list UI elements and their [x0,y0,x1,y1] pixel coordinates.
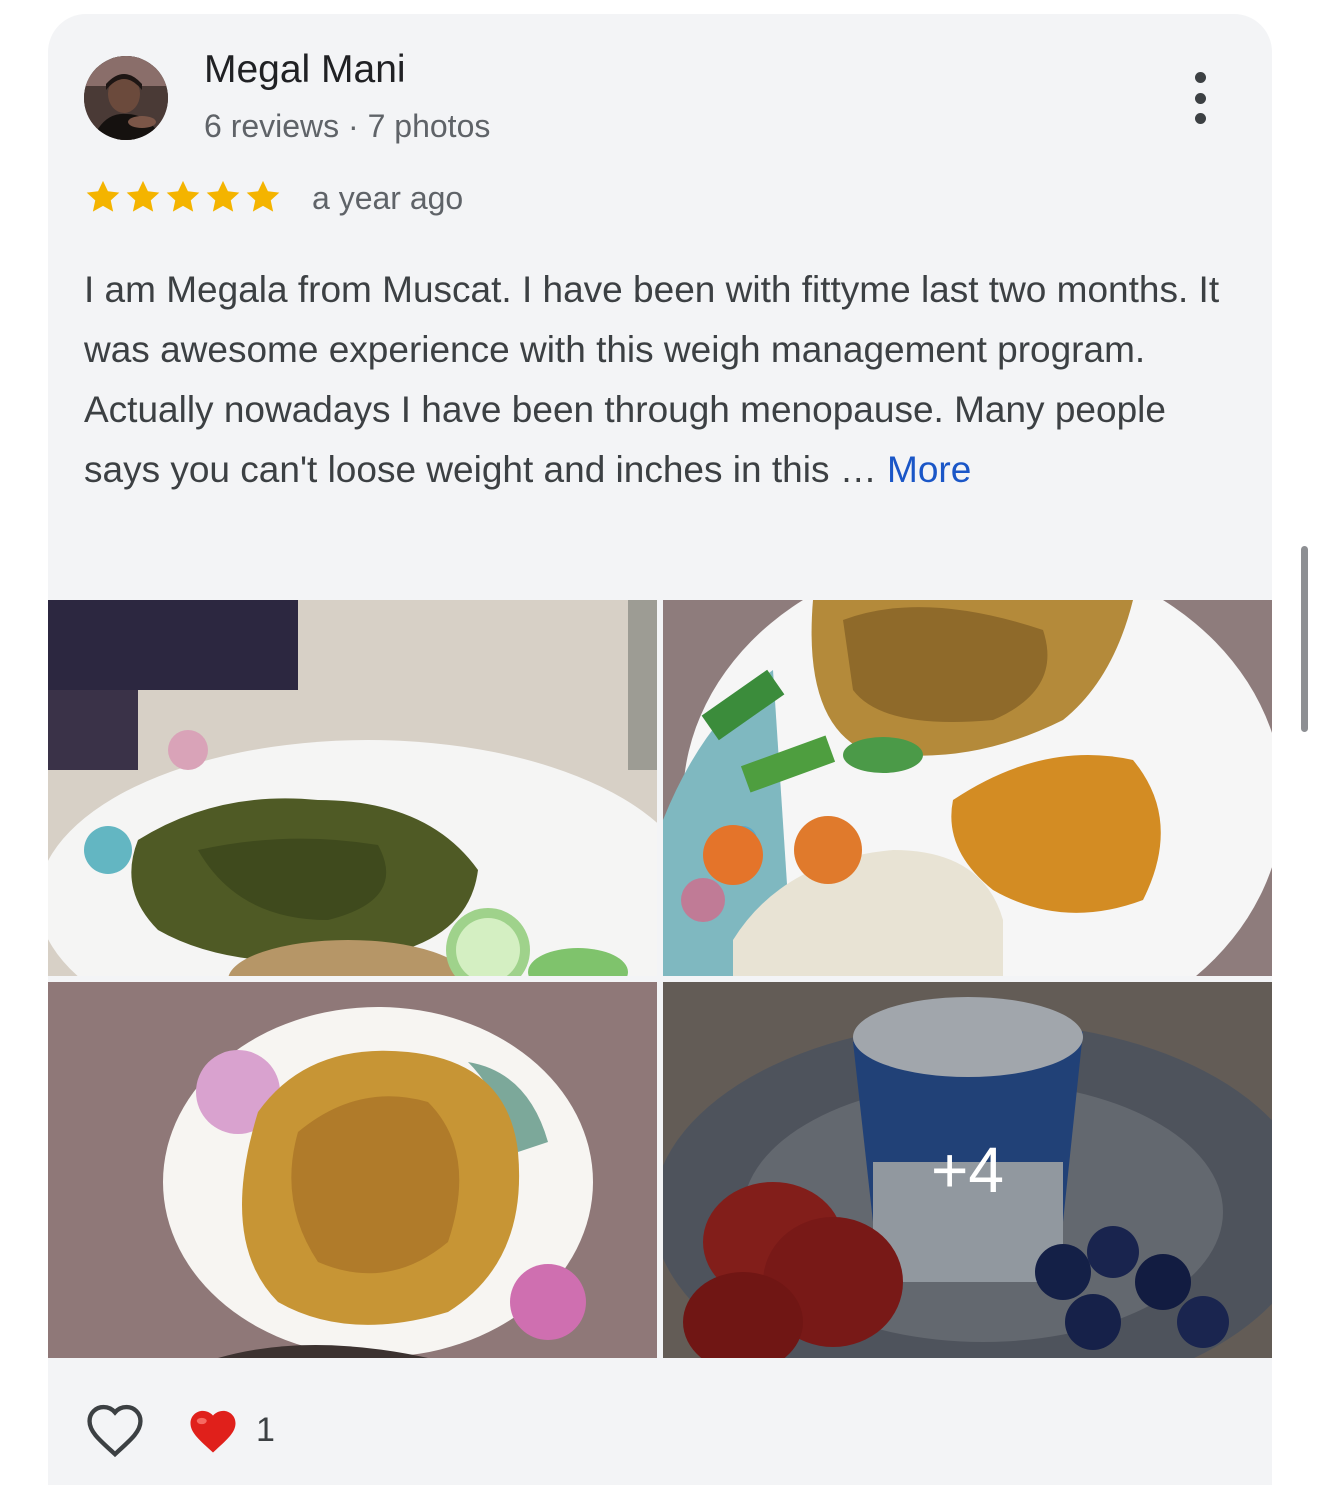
more-link[interactable]: More [887,449,971,490]
star-icon [166,180,200,212]
more-photos-count[interactable]: +4 [663,982,1272,1358]
review-photo[interactable] [48,982,657,1358]
star-icon [206,180,240,212]
photo-omelette [48,982,657,1358]
star-rating [84,178,282,216]
review-time: a year ago [312,180,464,216]
heart-outline-icon[interactable] [84,1402,146,1458]
photo-omelette-rice [663,600,1272,976]
reaction-bar: 1 [84,1402,275,1458]
review-photo[interactable] [48,600,657,976]
red-heart-icon [190,1410,236,1453]
review-body: I am Megala from Muscat. I have been wit… [84,269,1220,490]
author-name[interactable]: Megal Mani [204,48,406,92]
photo-spinach-curry [48,600,657,976]
options-dot [1194,113,1206,124]
avatar-photo [84,56,168,140]
scrollbar[interactable] [1301,546,1308,732]
star-icon [126,180,160,212]
options-dot [1194,72,1206,83]
heart-reaction[interactable]: 1 [186,1405,275,1455]
star-icon [86,180,120,212]
star-icon [246,180,280,212]
reaction-count: 1 [256,1410,275,1449]
review-photo[interactable]: +4 [663,982,1272,1358]
avatar[interactable] [84,56,168,140]
review-card: Megal Mani 6 reviews · 7 photos a year a… [48,14,1272,1485]
review-photo[interactable] [663,600,1272,976]
review-text: I am Megala from Muscat. I have been wit… [84,260,1234,500]
photo-grid: +4 [48,600,1272,1358]
more-options-icon[interactable] [1178,68,1222,128]
author-meta: 6 reviews · 7 photos [204,108,491,144]
options-dot [1194,92,1206,104]
